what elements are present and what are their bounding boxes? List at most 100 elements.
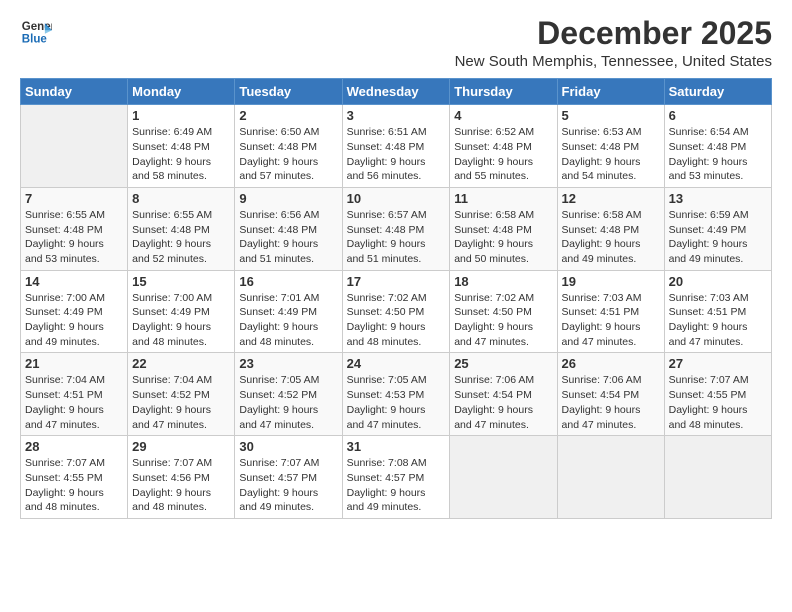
table-row: 10 Sunrise: 6:57 AM Sunset: 4:48 PM Dayli… [342, 187, 450, 270]
day-number: 1 [132, 108, 230, 123]
day-number: 8 [132, 191, 230, 206]
col-monday: Monday [128, 79, 235, 105]
table-row [557, 436, 664, 519]
page-container: General Blue December 2025 New South Mem… [0, 0, 792, 529]
day-info: Sunrise: 7:02 AM Sunset: 4:50 PM Dayligh… [454, 291, 552, 350]
header: General Blue December 2025 New South Mem… [20, 16, 772, 70]
table-row: 16 Sunrise: 7:01 AM Sunset: 4:49 PM Dayli… [235, 270, 342, 353]
col-friday: Friday [557, 79, 664, 105]
day-number: 20 [669, 274, 767, 289]
table-row: 5 Sunrise: 6:53 AM Sunset: 4:48 PM Daylig… [557, 105, 664, 188]
day-info: Sunrise: 6:50 AM Sunset: 4:48 PM Dayligh… [239, 125, 337, 184]
day-info: Sunrise: 7:03 AM Sunset: 4:51 PM Dayligh… [669, 291, 767, 350]
calendar-week-row: 28 Sunrise: 7:07 AM Sunset: 4:55 PM Dayli… [21, 436, 772, 519]
day-number: 2 [239, 108, 337, 123]
day-number: 15 [132, 274, 230, 289]
day-number: 3 [347, 108, 446, 123]
day-number: 9 [239, 191, 337, 206]
day-info: Sunrise: 6:58 AM Sunset: 4:48 PM Dayligh… [454, 208, 552, 267]
day-info: Sunrise: 6:55 AM Sunset: 4:48 PM Dayligh… [25, 208, 123, 267]
table-row [450, 436, 557, 519]
day-number: 30 [239, 439, 337, 454]
day-info: Sunrise: 7:07 AM Sunset: 4:56 PM Dayligh… [132, 456, 230, 515]
col-sunday: Sunday [21, 79, 128, 105]
day-info: Sunrise: 7:07 AM Sunset: 4:55 PM Dayligh… [25, 456, 123, 515]
table-row: 13 Sunrise: 6:59 AM Sunset: 4:49 PM Dayli… [664, 187, 771, 270]
day-number: 6 [669, 108, 767, 123]
day-number: 18 [454, 274, 552, 289]
day-info: Sunrise: 6:49 AM Sunset: 4:48 PM Dayligh… [132, 125, 230, 184]
table-row: 27 Sunrise: 7:07 AM Sunset: 4:55 PM Dayli… [664, 353, 771, 436]
table-row [21, 105, 128, 188]
table-row: 31Sunrise: 7:08 AM Sunset: 4:57 PM Dayli… [342, 436, 450, 519]
day-info: Sunrise: 7:03 AM Sunset: 4:51 PM Dayligh… [562, 291, 660, 350]
table-row: 23Sunrise: 7:05 AM Sunset: 4:52 PM Dayli… [235, 353, 342, 436]
col-saturday: Saturday [664, 79, 771, 105]
table-row: 8Sunrise: 6:55 AM Sunset: 4:48 PM Daylig… [128, 187, 235, 270]
day-info: Sunrise: 6:52 AM Sunset: 4:48 PM Dayligh… [454, 125, 552, 184]
col-wednesday: Wednesday [342, 79, 450, 105]
day-info: Sunrise: 7:05 AM Sunset: 4:52 PM Dayligh… [239, 373, 337, 432]
table-row: 14 Sunrise: 7:00 AM Sunset: 4:49 PM Dayli… [21, 270, 128, 353]
table-row [664, 436, 771, 519]
svg-text:Blue: Blue [22, 34, 48, 46]
day-number: 13 [669, 191, 767, 206]
day-number: 29 [132, 439, 230, 454]
day-info: Sunrise: 6:53 AM Sunset: 4:48 PM Dayligh… [562, 125, 660, 184]
day-number: 11 [454, 191, 552, 206]
table-row: 24Sunrise: 7:05 AM Sunset: 4:53 PM Dayli… [342, 353, 450, 436]
day-number: 12 [562, 191, 660, 206]
day-info: Sunrise: 6:59 AM Sunset: 4:49 PM Dayligh… [669, 208, 767, 267]
table-row: 1 Sunrise: 6:49 AM Sunset: 4:48 PM Daylig… [128, 105, 235, 188]
day-info: Sunrise: 7:02 AM Sunset: 4:50 PM Dayligh… [347, 291, 446, 350]
day-info: Sunrise: 7:01 AM Sunset: 4:49 PM Dayligh… [239, 291, 337, 350]
table-row: 3 Sunrise: 6:51 AM Sunset: 4:48 PM Daylig… [342, 105, 450, 188]
day-number: 10 [347, 191, 446, 206]
calendar-header-row: Sunday Monday Tuesday Wednesday Thursday… [21, 79, 772, 105]
table-row: 30 Sunrise: 7:07 AM Sunset: 4:57 PM Dayli… [235, 436, 342, 519]
day-info: Sunrise: 7:00 AM Sunset: 4:49 PM Dayligh… [132, 291, 230, 350]
day-number: 28 [25, 439, 123, 454]
table-row: 12Sunrise: 6:58 AM Sunset: 4:48 PM Dayli… [557, 187, 664, 270]
calendar-week-row: 21Sunrise: 7:04 AM Sunset: 4:51 PM Dayli… [21, 353, 772, 436]
table-row: 26Sunrise: 7:06 AM Sunset: 4:54 PM Dayli… [557, 353, 664, 436]
day-info: Sunrise: 6:51 AM Sunset: 4:48 PM Dayligh… [347, 125, 446, 184]
table-row: 25Sunrise: 7:06 AM Sunset: 4:54 PM Dayli… [450, 353, 557, 436]
day-number: 16 [239, 274, 337, 289]
table-row: 20 Sunrise: 7:03 AM Sunset: 4:51 PM Dayli… [664, 270, 771, 353]
logo: General Blue [20, 16, 52, 48]
day-info: Sunrise: 7:05 AM Sunset: 4:53 PM Dayligh… [347, 373, 446, 432]
subtitle: New South Memphis, Tennessee, United Sta… [455, 53, 772, 70]
calendar-table: Sunday Monday Tuesday Wednesday Thursday… [20, 78, 772, 519]
day-number: 27 [669, 356, 767, 371]
table-row: 11 Sunrise: 6:58 AM Sunset: 4:48 PM Dayli… [450, 187, 557, 270]
day-info: Sunrise: 7:04 AM Sunset: 4:52 PM Dayligh… [132, 373, 230, 432]
day-info: Sunrise: 7:00 AM Sunset: 4:49 PM Dayligh… [25, 291, 123, 350]
day-number: 17 [347, 274, 446, 289]
day-number: 22 [132, 356, 230, 371]
day-number: 14 [25, 274, 123, 289]
day-info: Sunrise: 6:56 AM Sunset: 4:48 PM Dayligh… [239, 208, 337, 267]
logo-icon: General Blue [20, 16, 52, 48]
day-number: 19 [562, 274, 660, 289]
table-row: 6Sunrise: 6:54 AM Sunset: 4:48 PM Daylig… [664, 105, 771, 188]
table-row: 21Sunrise: 7:04 AM Sunset: 4:51 PM Dayli… [21, 353, 128, 436]
day-info: Sunrise: 7:07 AM Sunset: 4:55 PM Dayligh… [669, 373, 767, 432]
day-info: Sunrise: 7:06 AM Sunset: 4:54 PM Dayligh… [454, 373, 552, 432]
col-thursday: Thursday [450, 79, 557, 105]
col-tuesday: Tuesday [235, 79, 342, 105]
main-title: December 2025 [455, 16, 772, 51]
day-number: 5 [562, 108, 660, 123]
table-row: 29 Sunrise: 7:07 AM Sunset: 4:56 PM Dayli… [128, 436, 235, 519]
calendar-week-row: 1 Sunrise: 6:49 AM Sunset: 4:48 PM Daylig… [21, 105, 772, 188]
table-row: 17 Sunrise: 7:02 AM Sunset: 4:50 PM Dayli… [342, 270, 450, 353]
day-number: 31 [347, 439, 446, 454]
day-number: 4 [454, 108, 552, 123]
table-row: 28 Sunrise: 7:07 AM Sunset: 4:55 PM Dayli… [21, 436, 128, 519]
table-row: 18 Sunrise: 7:02 AM Sunset: 4:50 PM Dayli… [450, 270, 557, 353]
table-row: 4 Sunrise: 6:52 AM Sunset: 4:48 PM Daylig… [450, 105, 557, 188]
day-info: Sunrise: 6:57 AM Sunset: 4:48 PM Dayligh… [347, 208, 446, 267]
calendar-week-row: 14 Sunrise: 7:00 AM Sunset: 4:49 PM Dayli… [21, 270, 772, 353]
table-row: 15 Sunrise: 7:00 AM Sunset: 4:49 PM Dayli… [128, 270, 235, 353]
day-info: Sunrise: 7:07 AM Sunset: 4:57 PM Dayligh… [239, 456, 337, 515]
